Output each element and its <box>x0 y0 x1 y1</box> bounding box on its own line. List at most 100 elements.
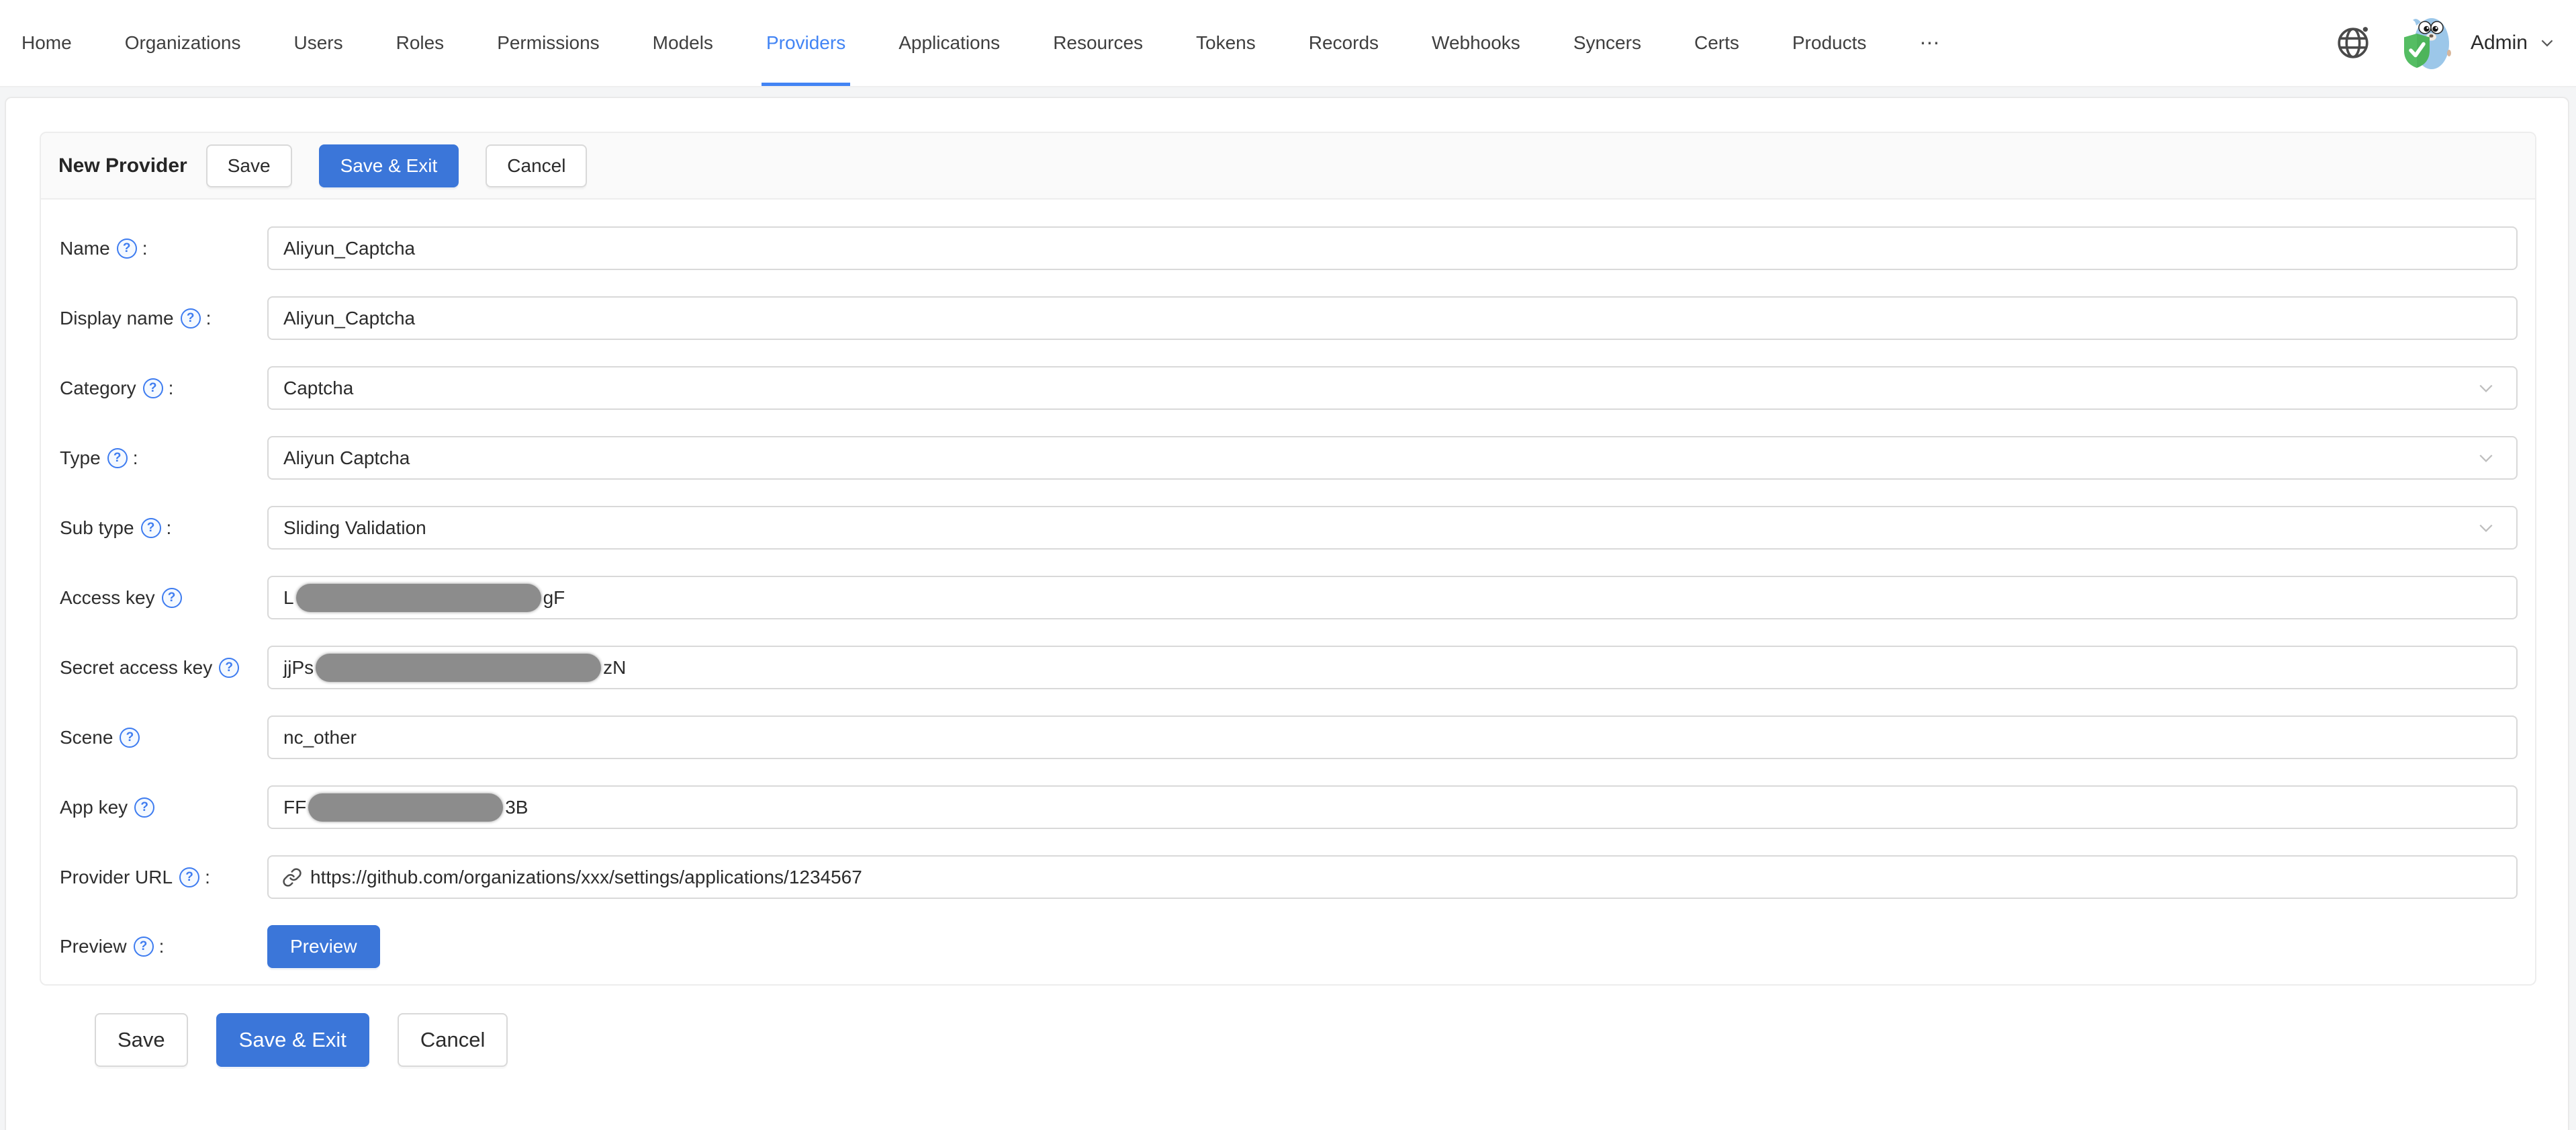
nav-item-providers[interactable]: Providers <box>766 0 845 86</box>
top-navigation: Home Organizations Users Roles Permissio… <box>0 0 2576 87</box>
value-prefix: jjPs <box>283 657 314 679</box>
select-value: Captcha <box>283 378 353 399</box>
save-and-exit-button[interactable]: Save & Exit <box>319 144 459 187</box>
type-select[interactable]: Aliyun Captcha <box>267 436 2518 480</box>
user-menu[interactable]: Admin <box>2471 32 2556 54</box>
label-text: Sub type <box>60 517 134 539</box>
form-row-name: Name ? : <box>60 226 2518 270</box>
nav-item-resources[interactable]: Resources <box>1053 0 1143 86</box>
help-icon[interactable]: ? <box>120 728 140 748</box>
access-key-label: Access key ? <box>60 587 267 609</box>
help-icon[interactable]: ? <box>134 937 154 957</box>
label-text: Display name <box>60 308 174 329</box>
form-row-display-name: Display name ? : <box>60 296 2518 340</box>
nav-item-models[interactable]: Models <box>653 0 713 86</box>
help-icon[interactable]: ? <box>219 658 239 678</box>
label-colon: : <box>169 378 174 399</box>
language-button[interactable] <box>2334 24 2373 62</box>
nav-item-organizations[interactable]: Organizations <box>125 0 241 86</box>
scene-label: Scene ? <box>60 727 267 748</box>
nav-item-webhooks[interactable]: Webhooks <box>1432 0 1520 86</box>
redaction-blob <box>316 654 601 682</box>
nav-item-records[interactable]: Records <box>1309 0 1379 86</box>
footer-save-button[interactable]: Save <box>95 1013 188 1067</box>
provider-url-input[interactable]: https://github.com/organizations/xxx/set… <box>267 855 2518 899</box>
provider-url-value: https://github.com/organizations/xxx/set… <box>310 867 862 888</box>
value-prefix: FF <box>283 797 306 818</box>
form-row-preview: Preview ? : Preview <box>60 925 2518 968</box>
provider-url-label: Provider URL ? : <box>60 867 267 888</box>
help-icon[interactable]: ? <box>181 308 201 329</box>
nav-item-certs[interactable]: Certs <box>1694 0 1739 86</box>
secret-access-key-label: Secret access key ? <box>60 657 267 679</box>
name-label: Name ? : <box>60 238 267 259</box>
help-icon[interactable]: ? <box>179 867 199 887</box>
label-colon: : <box>159 936 165 957</box>
nav-item-users[interactable]: Users <box>293 0 342 86</box>
nav-item-permissions[interactable]: Permissions <box>497 0 599 86</box>
value-suffix: gF <box>543 587 565 609</box>
footer-cancel-button[interactable]: Cancel <box>398 1013 508 1067</box>
help-icon[interactable]: ? <box>143 378 163 398</box>
form-row-app-key: App key ? FF 3B <box>60 785 2518 829</box>
chevron-down-icon <box>2476 448 2496 468</box>
label-colon: : <box>142 238 148 259</box>
nav-item-syncers[interactable]: Syncers <box>1573 0 1641 86</box>
label-text: Category <box>60 378 136 399</box>
scene-input[interactable] <box>267 715 2518 759</box>
secret-access-key-input[interactable]: jjPs zN <box>267 646 2518 689</box>
nav-overflow-menu[interactable]: ⋯ <box>1919 0 1941 86</box>
value-prefix: L <box>283 587 294 609</box>
help-icon[interactable]: ? <box>141 518 161 538</box>
nav-right-area: Admin <box>2334 0 2556 86</box>
label-colon: : <box>206 308 212 329</box>
save-button[interactable]: Save <box>206 144 292 187</box>
display-name-input[interactable] <box>267 296 2518 340</box>
type-label: Type ? : <box>60 447 267 469</box>
nav-item-home[interactable]: Home <box>21 0 72 86</box>
preview-button[interactable]: Preview <box>267 925 380 968</box>
label-text: App key <box>60 797 128 818</box>
nav-item-tokens[interactable]: Tokens <box>1196 0 1256 86</box>
page-title: New Provider <box>58 155 187 177</box>
provider-form: Name ? : Display name ? : <box>41 200 2535 968</box>
label-colon: : <box>167 517 172 539</box>
form-row-type: Type ? : Aliyun Captcha <box>60 436 2518 480</box>
form-row-secret-access-key: Secret access key ? jjPs zN <box>60 646 2518 689</box>
main-menu: Home Organizations Users Roles Permissio… <box>21 0 1941 86</box>
sub-type-select[interactable]: Sliding Validation <box>267 506 2518 550</box>
help-icon[interactable]: ? <box>162 588 182 608</box>
cancel-button[interactable]: Cancel <box>486 144 587 187</box>
app-key-input[interactable]: FF 3B <box>267 785 2518 829</box>
user-name: Admin <box>2471 32 2528 54</box>
label-text: Scene <box>60 727 113 748</box>
nav-item-products[interactable]: Products <box>1792 0 1867 86</box>
label-colon: : <box>205 867 210 888</box>
app-key-label: App key ? <box>60 797 267 818</box>
select-value: Aliyun Captcha <box>283 447 410 469</box>
name-input[interactable] <box>267 226 2518 270</box>
footer-actions: Save Save & Exit Cancel <box>95 1013 508 1067</box>
category-label: Category ? : <box>60 378 267 399</box>
card-header: New Provider Save Save & Exit Cancel <box>41 133 2535 200</box>
form-row-access-key: Access key ? L gF <box>60 576 2518 619</box>
label-text: Secret access key <box>60 657 212 679</box>
casdoor-gopher-avatar-icon <box>2402 15 2454 71</box>
select-value: Sliding Validation <box>283 517 426 539</box>
label-colon: : <box>133 447 138 469</box>
nav-item-roles[interactable]: Roles <box>396 0 445 86</box>
redaction-blob <box>308 793 503 822</box>
help-icon[interactable]: ? <box>117 238 137 259</box>
value-suffix: 3B <box>505 797 528 818</box>
help-icon[interactable]: ? <box>134 797 154 818</box>
new-provider-card: New Provider Save Save & Exit Cancel Nam… <box>40 132 2536 986</box>
nav-item-applications[interactable]: Applications <box>899 0 1000 86</box>
avatar[interactable] <box>2402 15 2454 71</box>
category-select[interactable]: Captcha <box>267 366 2518 410</box>
help-icon[interactable]: ? <box>107 448 128 468</box>
label-text: Type <box>60 447 101 469</box>
label-text: Provider URL <box>60 867 173 888</box>
access-key-input[interactable]: L gF <box>267 576 2518 619</box>
redaction-blob <box>296 584 541 612</box>
footer-save-and-exit-button[interactable]: Save & Exit <box>216 1013 369 1067</box>
